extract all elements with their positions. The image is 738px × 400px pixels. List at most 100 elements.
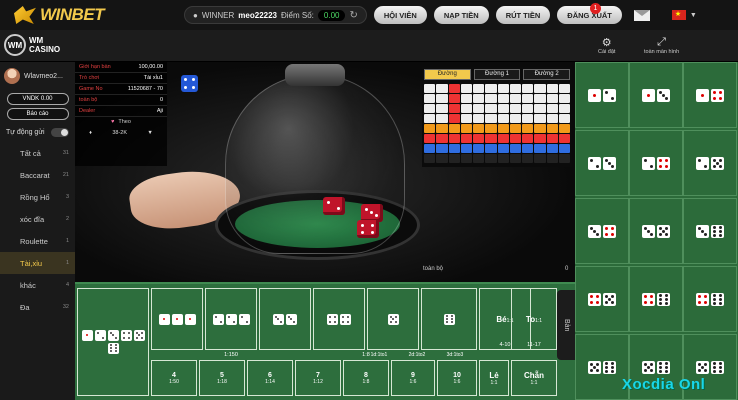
bet-number-9[interactable]: 9 1:6 <box>391 360 435 396</box>
bet-pair-cell[interactable] <box>575 334 629 400</box>
sidebar-item-roulette[interactable]: Roulette 1 <box>0 230 75 252</box>
info-row: Game No 11520687 - 70 <box>75 84 167 95</box>
die-icon <box>603 360 616 374</box>
bet-triple-1[interactable] <box>151 288 203 350</box>
road-cell <box>558 114 570 123</box>
road-cell <box>522 84 534 93</box>
table-side-tab[interactable]: Bàn <box>557 290 575 360</box>
road-cell <box>485 154 497 163</box>
die-icon <box>588 88 601 102</box>
road-cell <box>485 104 497 113</box>
fullscreen-button[interactable]: ⤢ toàn màn hình <box>644 36 679 55</box>
bet-triple-2[interactable] <box>205 288 257 350</box>
bet-triple-5[interactable] <box>367 288 419 350</box>
fullscreen-label: toàn màn hình <box>644 49 680 55</box>
bet-triple-6[interactable] <box>421 288 477 350</box>
bet-triples[interactable] <box>77 288 149 396</box>
tab-road-2[interactable]: Đường 2 <box>523 69 571 80</box>
road-cell <box>509 124 521 133</box>
die-icon <box>81 330 93 341</box>
withdraw-button[interactable]: RÚT TIỀN <box>495 6 551 24</box>
bet-number-4[interactable]: 4 1:50 <box>151 360 197 396</box>
bet-pair-cell[interactable] <box>575 266 629 332</box>
sidebar-item-sicbo[interactable]: Tài,xỉu 1 <box>0 252 75 274</box>
auto-send-toggle[interactable] <box>51 128 69 137</box>
bet-number-5[interactable]: 5 1:18 <box>199 360 245 396</box>
die-icon <box>603 224 616 238</box>
road-cell <box>460 104 472 113</box>
sidebar-item-dragon-tiger[interactable]: Rồng Hổ 3 <box>0 186 75 208</box>
die-icon <box>657 224 670 238</box>
bet-range-select[interactable]: ♦ 38-2K ▼ <box>75 127 167 139</box>
bet-pair-cell[interactable] <box>575 198 629 264</box>
bet-number-8[interactable]: 8 1:8 <box>343 360 389 396</box>
die-icon <box>588 292 601 306</box>
die-icon <box>133 330 145 341</box>
road-cell <box>448 84 460 93</box>
sidebar-item-multi[interactable]: Đa 32 <box>0 296 75 318</box>
road-cell <box>546 134 558 143</box>
sidebar-item-baccarat[interactable]: Baccarat 21 <box>0 164 75 186</box>
bet-number-6[interactable]: 6 1:14 <box>247 360 293 396</box>
road-cell <box>522 134 534 143</box>
die-icon <box>711 360 724 374</box>
bet-pair-cell[interactable] <box>683 62 737 128</box>
mail-icon[interactable] <box>633 9 650 21</box>
die-icon <box>696 88 709 102</box>
road-cell <box>424 114 436 123</box>
tab-road-1[interactable]: Đường 1 <box>473 69 521 80</box>
road-cell <box>522 104 534 113</box>
bet-pair-cell[interactable] <box>683 130 737 196</box>
bet-triple-3[interactable] <box>259 288 311 350</box>
road-cell <box>534 124 546 133</box>
die-icon <box>642 88 655 102</box>
member-button[interactable]: HỘI VIÊN <box>373 6 427 24</box>
sidebar-item-xoc-dia[interactable]: xóc đĩa 2 <box>0 208 75 230</box>
road-cell <box>546 124 558 133</box>
bet-odd[interactable]: Lẻ 1:1 <box>479 360 509 396</box>
settings-button[interactable]: ⚙ Cài đặt <box>598 36 615 55</box>
follow-row[interactable]: ♥ Theo <box>75 117 167 127</box>
die-icon <box>588 156 601 170</box>
bet-pair-cell[interactable] <box>629 62 683 128</box>
road-cell <box>485 144 497 153</box>
info-row: Giới hạn bàn 100,00.00 <box>75 62 167 73</box>
bet-pair-cell[interactable] <box>575 130 629 196</box>
road-cell <box>460 84 472 93</box>
total-label: toàn bộ <box>423 266 444 272</box>
bet-pair-cell[interactable] <box>629 130 683 196</box>
deposit-button[interactable]: NẠP TIỀN <box>433 6 489 24</box>
bet-number-7[interactable]: 7 1:12 <box>295 360 341 396</box>
road-cell <box>473 94 485 103</box>
refresh-icon[interactable]: ↻ <box>349 10 357 21</box>
vietnam-flag-icon[interactable] <box>671 10 686 20</box>
road-cell <box>558 104 570 113</box>
report-button[interactable]: Báo cáo <box>6 108 69 120</box>
bet-pair-cell[interactable] <box>629 266 683 332</box>
road-cell <box>485 124 497 133</box>
bet-number-10[interactable]: 10 1:6 <box>437 360 477 396</box>
tab-road[interactable]: Đường <box>424 69 471 80</box>
road-cell <box>473 134 485 143</box>
bet-pair-cell[interactable] <box>683 266 737 332</box>
bet-pair-cell[interactable] <box>629 198 683 264</box>
profile-name: Wlavmeo2... <box>24 72 63 80</box>
road-cell <box>424 104 436 113</box>
bet-big[interactable]: To1:1 11-17 <box>511 288 557 350</box>
die-icon <box>696 156 709 170</box>
sidebar-item-all[interactable]: Tất cả 31 <box>0 142 75 164</box>
road-cell <box>497 94 509 103</box>
mail-badge: 1 <box>590 3 601 14</box>
brand-logo[interactable]: WINBET <box>14 5 154 25</box>
bet-even[interactable]: Chẵn 1:1 <box>511 360 557 396</box>
bet-triple-4[interactable] <box>313 288 365 350</box>
road-cell <box>522 94 534 103</box>
profile[interactable]: Wlavmeo2... <box>0 62 75 90</box>
bet-pair-cell[interactable] <box>575 62 629 128</box>
sidebar-item-other[interactable]: khác 4 <box>0 274 75 296</box>
chevron-down-icon[interactable]: ▼ <box>690 12 697 19</box>
bet-pair-cell[interactable] <box>683 198 737 264</box>
fullscreen-icon: ⤢ <box>657 36 666 48</box>
road-cell <box>509 114 521 123</box>
auto-send-label: Tự động gửi <box>6 129 45 136</box>
